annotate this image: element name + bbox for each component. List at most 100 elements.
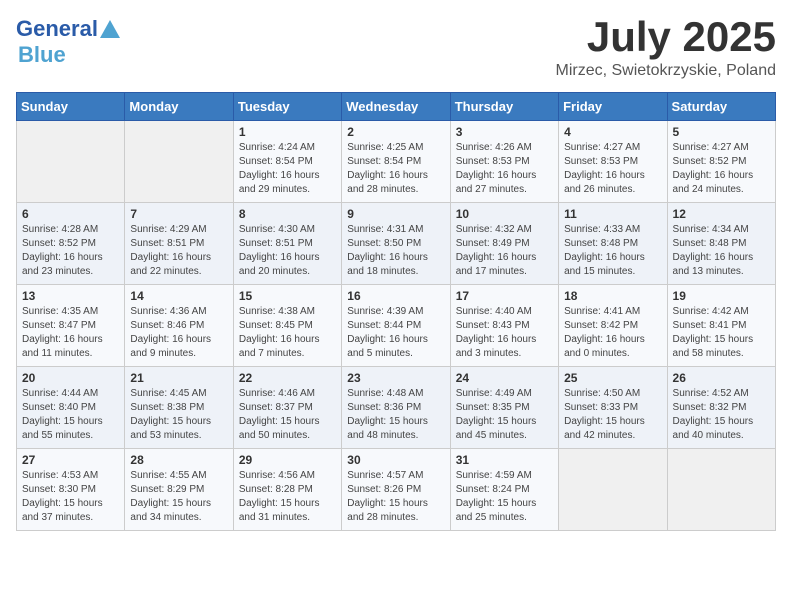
day-info: Sunrise: 4:42 AMSunset: 8:41 PMDaylight:… [673,306,754,359]
table-row: 19 Sunrise: 4:42 AMSunset: 8:41 PMDaylig… [667,285,775,367]
table-row: 21 Sunrise: 4:45 AMSunset: 8:38 PMDaylig… [125,367,233,449]
table-row: 22 Sunrise: 4:46 AMSunset: 8:37 PMDaylig… [233,367,341,449]
calendar-table: SundayMondayTuesdayWednesdayThursdayFrid… [16,92,776,531]
calendar-header: SundayMondayTuesdayWednesdayThursdayFrid… [17,93,776,121]
day-header-friday: Friday [559,93,667,121]
day-info: Sunrise: 4:59 AMSunset: 8:24 PMDaylight:… [456,470,537,523]
week-row-3: 13 Sunrise: 4:35 AMSunset: 8:47 PMDaylig… [17,285,776,367]
table-row: 27 Sunrise: 4:53 AMSunset: 8:30 PMDaylig… [17,449,125,531]
table-row: 10 Sunrise: 4:32 AMSunset: 8:49 PMDaylig… [450,203,558,285]
day-info: Sunrise: 4:53 AMSunset: 8:30 PMDaylight:… [22,470,103,523]
day-info: Sunrise: 4:39 AMSunset: 8:44 PMDaylight:… [347,306,428,359]
day-number: 6 [22,207,119,221]
day-number: 1 [239,125,336,139]
page-header: General Blue July 2025 Mirzec, Swietokrz… [16,16,776,80]
day-info: Sunrise: 4:46 AMSunset: 8:37 PMDaylight:… [239,388,320,441]
day-info: Sunrise: 4:55 AMSunset: 8:29 PMDaylight:… [130,470,211,523]
month-title: July 2025 [555,16,776,58]
day-number: 13 [22,289,119,303]
day-number: 4 [564,125,661,139]
title-block: July 2025 Mirzec, Swietokrzyskie, Poland [555,16,776,80]
day-number: 8 [239,207,336,221]
day-info: Sunrise: 4:45 AMSunset: 8:38 PMDaylight:… [130,388,211,441]
day-info: Sunrise: 4:24 AMSunset: 8:54 PMDaylight:… [239,142,320,195]
day-number: 26 [673,371,770,385]
day-header-saturday: Saturday [667,93,775,121]
day-number: 24 [456,371,553,385]
day-header-monday: Monday [125,93,233,121]
day-number: 17 [456,289,553,303]
table-row: 11 Sunrise: 4:33 AMSunset: 8:48 PMDaylig… [559,203,667,285]
day-info: Sunrise: 4:28 AMSunset: 8:52 PMDaylight:… [22,224,103,277]
logo-general: General [16,16,98,42]
table-row: 16 Sunrise: 4:39 AMSunset: 8:44 PMDaylig… [342,285,450,367]
day-info: Sunrise: 4:27 AMSunset: 8:52 PMDaylight:… [673,142,754,195]
header-row: SundayMondayTuesdayWednesdayThursdayFrid… [17,93,776,121]
table-row: 18 Sunrise: 4:41 AMSunset: 8:42 PMDaylig… [559,285,667,367]
day-number: 16 [347,289,444,303]
location: Mirzec, Swietokrzyskie, Poland [555,62,776,80]
table-row: 4 Sunrise: 4:27 AMSunset: 8:53 PMDayligh… [559,121,667,203]
table-row: 26 Sunrise: 4:52 AMSunset: 8:32 PMDaylig… [667,367,775,449]
table-row: 23 Sunrise: 4:48 AMSunset: 8:36 PMDaylig… [342,367,450,449]
week-row-2: 6 Sunrise: 4:28 AMSunset: 8:52 PMDayligh… [17,203,776,285]
day-info: Sunrise: 4:33 AMSunset: 8:48 PMDaylight:… [564,224,645,277]
day-number: 28 [130,453,227,467]
day-info: Sunrise: 4:27 AMSunset: 8:53 PMDaylight:… [564,142,645,195]
day-info: Sunrise: 4:38 AMSunset: 8:45 PMDaylight:… [239,306,320,359]
table-row: 29 Sunrise: 4:56 AMSunset: 8:28 PMDaylig… [233,449,341,531]
day-number: 10 [456,207,553,221]
day-info: Sunrise: 4:30 AMSunset: 8:51 PMDaylight:… [239,224,320,277]
day-info: Sunrise: 4:34 AMSunset: 8:48 PMDaylight:… [673,224,754,277]
day-number: 30 [347,453,444,467]
day-info: Sunrise: 4:35 AMSunset: 8:47 PMDaylight:… [22,306,103,359]
day-info: Sunrise: 4:40 AMSunset: 8:43 PMDaylight:… [456,306,537,359]
day-number: 23 [347,371,444,385]
table-row: 15 Sunrise: 4:38 AMSunset: 8:45 PMDaylig… [233,285,341,367]
table-row: 25 Sunrise: 4:50 AMSunset: 8:33 PMDaylig… [559,367,667,449]
table-row: 24 Sunrise: 4:49 AMSunset: 8:35 PMDaylig… [450,367,558,449]
day-info: Sunrise: 4:36 AMSunset: 8:46 PMDaylight:… [130,306,211,359]
day-number: 9 [347,207,444,221]
day-number: 11 [564,207,661,221]
day-info: Sunrise: 4:41 AMSunset: 8:42 PMDaylight:… [564,306,645,359]
table-row: 3 Sunrise: 4:26 AMSunset: 8:53 PMDayligh… [450,121,558,203]
table-row: 20 Sunrise: 4:44 AMSunset: 8:40 PMDaylig… [17,367,125,449]
day-info: Sunrise: 4:50 AMSunset: 8:33 PMDaylight:… [564,388,645,441]
week-row-5: 27 Sunrise: 4:53 AMSunset: 8:30 PMDaylig… [17,449,776,531]
day-info: Sunrise: 4:57 AMSunset: 8:26 PMDaylight:… [347,470,428,523]
day-number: 29 [239,453,336,467]
day-number: 27 [22,453,119,467]
table-row: 31 Sunrise: 4:59 AMSunset: 8:24 PMDaylig… [450,449,558,531]
day-info: Sunrise: 4:52 AMSunset: 8:32 PMDaylight:… [673,388,754,441]
table-row: 14 Sunrise: 4:36 AMSunset: 8:46 PMDaylig… [125,285,233,367]
table-row [125,121,233,203]
table-row: 6 Sunrise: 4:28 AMSunset: 8:52 PMDayligh… [17,203,125,285]
table-row [559,449,667,531]
day-info: Sunrise: 4:44 AMSunset: 8:40 PMDaylight:… [22,388,103,441]
table-row [667,449,775,531]
day-number: 15 [239,289,336,303]
table-row: 12 Sunrise: 4:34 AMSunset: 8:48 PMDaylig… [667,203,775,285]
table-row: 28 Sunrise: 4:55 AMSunset: 8:29 PMDaylig… [125,449,233,531]
logo: General Blue [16,16,120,68]
table-row: 13 Sunrise: 4:35 AMSunset: 8:47 PMDaylig… [17,285,125,367]
day-info: Sunrise: 4:25 AMSunset: 8:54 PMDaylight:… [347,142,428,195]
logo-blue: Blue [18,42,66,68]
day-info: Sunrise: 4:29 AMSunset: 8:51 PMDaylight:… [130,224,211,277]
day-number: 18 [564,289,661,303]
table-row: 2 Sunrise: 4:25 AMSunset: 8:54 PMDayligh… [342,121,450,203]
day-info: Sunrise: 4:32 AMSunset: 8:49 PMDaylight:… [456,224,537,277]
day-number: 20 [22,371,119,385]
day-header-sunday: Sunday [17,93,125,121]
day-number: 7 [130,207,227,221]
day-number: 14 [130,289,227,303]
day-number: 25 [564,371,661,385]
day-info: Sunrise: 4:48 AMSunset: 8:36 PMDaylight:… [347,388,428,441]
day-header-thursday: Thursday [450,93,558,121]
day-number: 19 [673,289,770,303]
day-number: 2 [347,125,444,139]
table-row: 30 Sunrise: 4:57 AMSunset: 8:26 PMDaylig… [342,449,450,531]
day-number: 12 [673,207,770,221]
table-row [17,121,125,203]
